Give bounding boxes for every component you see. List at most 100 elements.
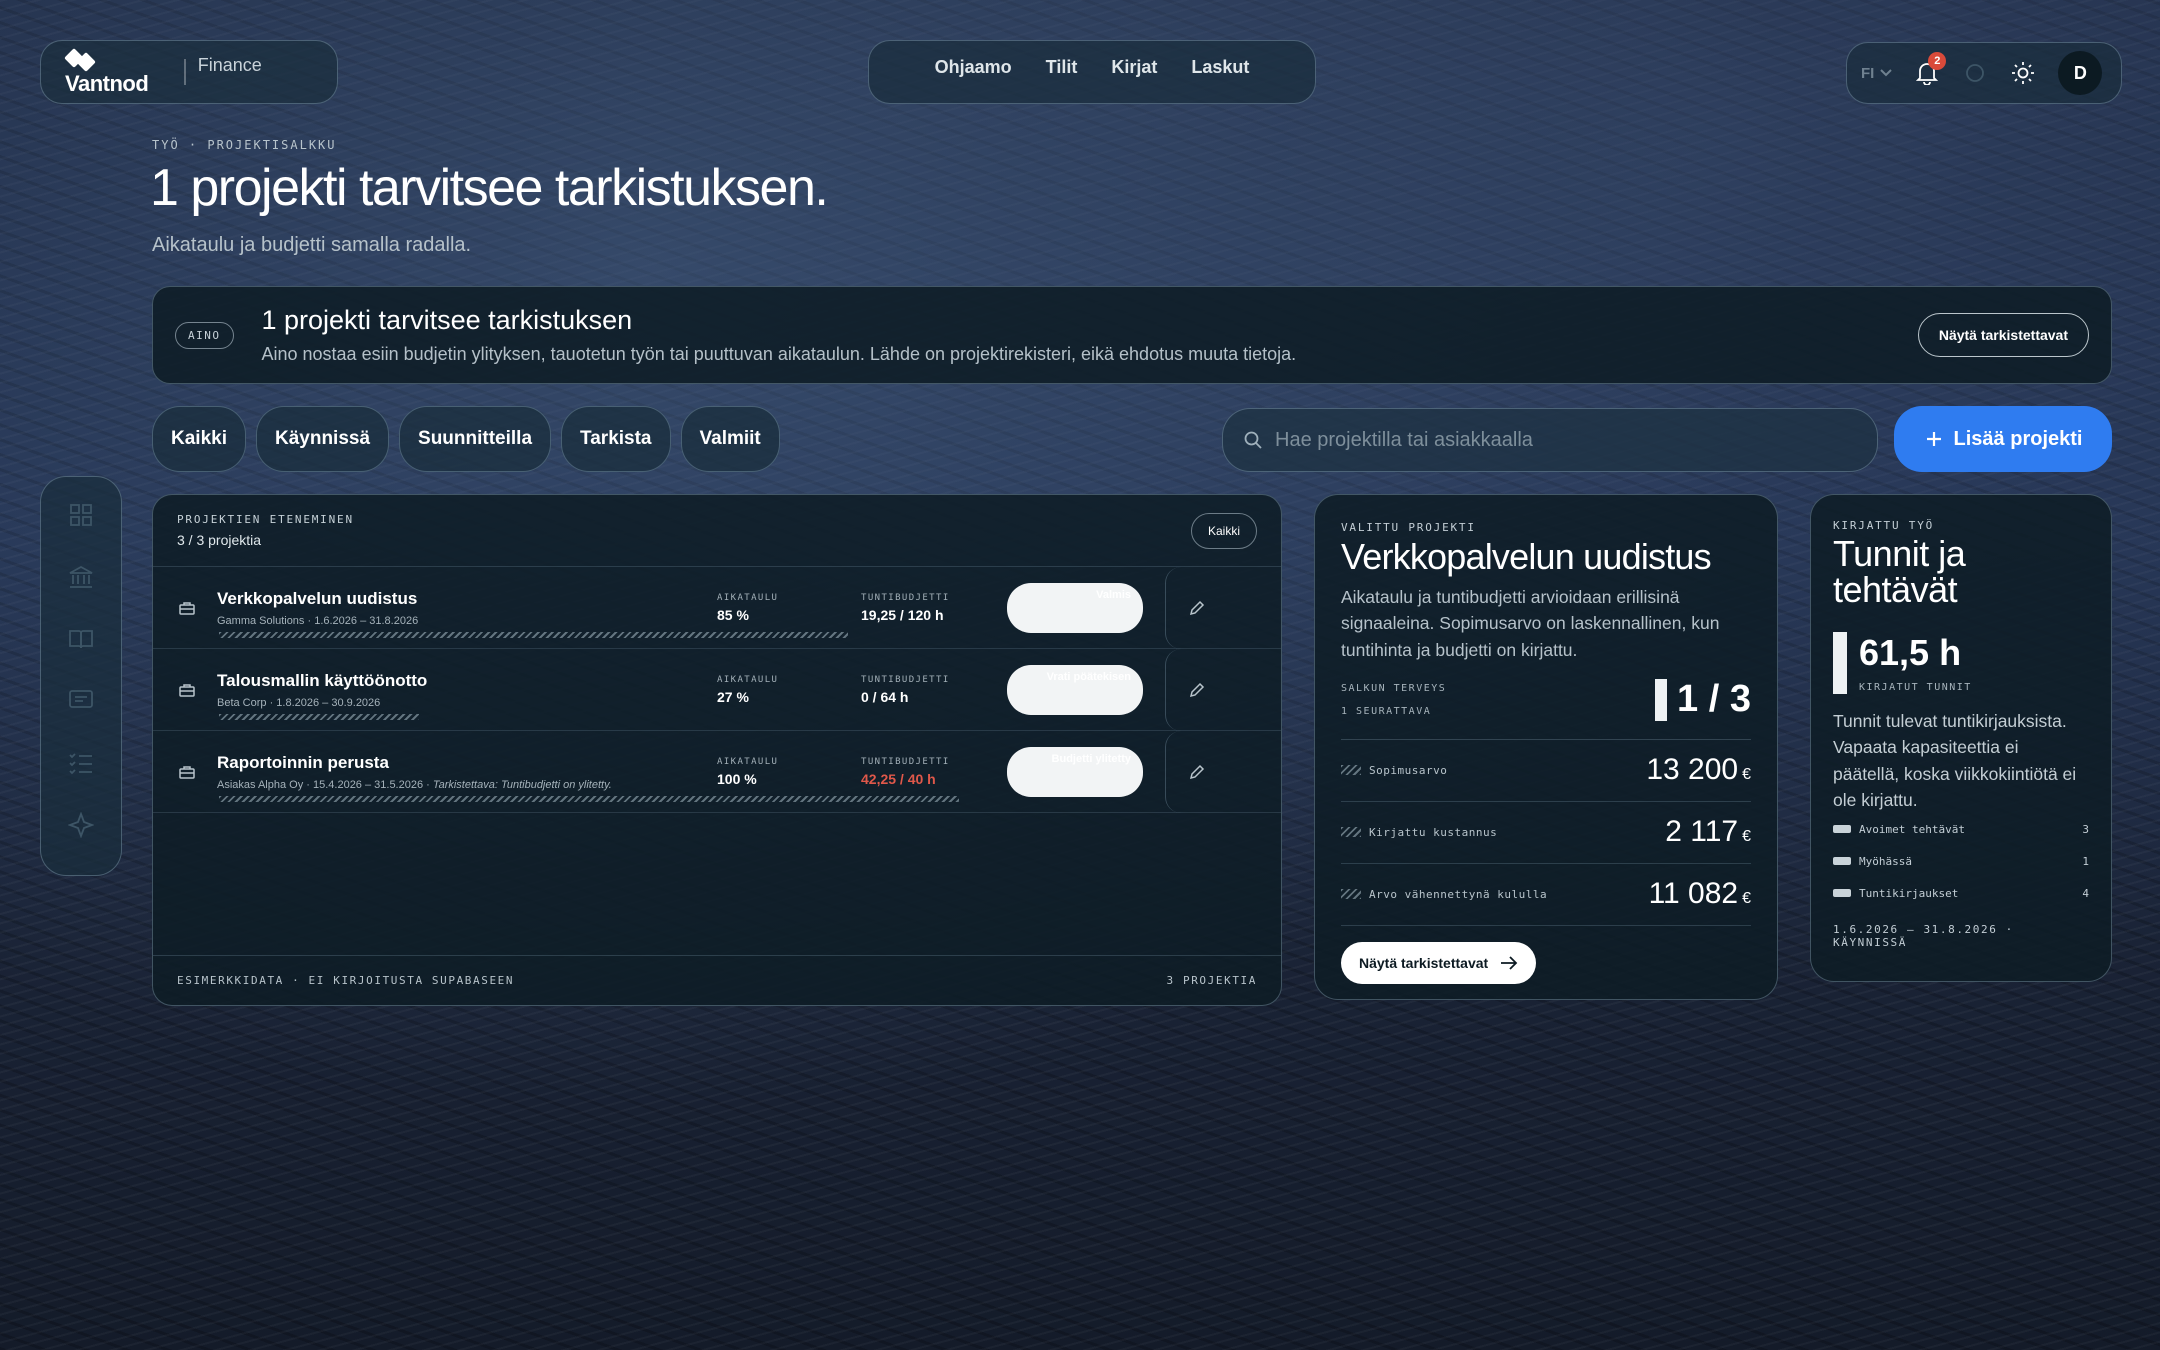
banner-title: 1 projekti tarvitsee tarkistuksen — [261, 305, 633, 335]
edit-button[interactable] — [1165, 730, 1227, 813]
legend-item: Avoimet tehtävät 3 — [1833, 813, 2089, 845]
health-sub: 1 SEURATTAVA — [1341, 705, 1432, 717]
chat-icon — [1966, 64, 1985, 82]
pencil-icon — [1189, 600, 1204, 615]
status-badge[interactable]: Valmis — [1007, 582, 1143, 633]
notification-badge: 2 — [1928, 52, 1947, 70]
search-icon — [1244, 431, 1262, 449]
project-meta: Beta Corp · 1.8.2026 – 30.9.2026 — [217, 696, 381, 709]
project-meta: Asiakas Alpha Oy · 15.4.2026 – 31.5.2026… — [217, 778, 612, 791]
legend-item: Myöhässä 1 — [1833, 845, 2089, 877]
language-label: FI — [1861, 64, 1875, 82]
rail-ai[interactable] — [66, 809, 96, 841]
bank-icon — [69, 565, 93, 588]
arrow-right-icon — [1501, 956, 1518, 970]
table-row[interactable]: Verkkopalvelun uudistus Gamma Solutions … — [153, 566, 1281, 649]
briefcase-icon — [179, 601, 195, 615]
rail-dashboard[interactable] — [66, 499, 96, 531]
budget-label: TUNTIBUDJETTI — [861, 592, 950, 603]
schedule-label: AIKATAULU — [717, 592, 779, 603]
project-name: Raportoinnin perusta — [217, 752, 389, 772]
page-title: 1 projekti tarvitsee tarkistuksen. — [150, 159, 829, 217]
chat-button[interactable] — [1962, 60, 1988, 86]
rail-tasks[interactable] — [66, 747, 96, 779]
pencil-icon — [1189, 764, 1204, 779]
project-name: Verkkopalvelun uudistus — [217, 588, 418, 608]
filter-all[interactable]: Kaikki — [152, 406, 246, 472]
notifications-button[interactable]: 2 — [1914, 52, 1947, 86]
briefcase-icon — [179, 765, 195, 779]
main-nav: Ohjaamo Tilit Kirjat Laskut — [868, 40, 1316, 104]
projects-filter-button[interactable]: Kaikki — [1190, 512, 1257, 549]
rail-bank[interactable] — [66, 561, 96, 593]
language-selector[interactable]: FI — [1861, 64, 1893, 82]
health-value: 1 / 3 — [1677, 678, 1751, 721]
add-project-button[interactable]: Lisää projekti — [1894, 406, 2112, 472]
legend-item: Tuntikirjaukset 4 — [1833, 877, 2089, 909]
pencil-icon — [1189, 682, 1204, 697]
plus-icon — [1926, 432, 1941, 446]
nav-item-ohjaamo[interactable]: Ohjaamo — [935, 57, 1012, 78]
metric-value: 11 082 € — [1648, 877, 1751, 911]
projects-label: PROJEKTIEN ETENEMINEN — [177, 513, 354, 526]
module-name: Finance — [197, 54, 262, 75]
edit-button[interactable] — [1165, 566, 1227, 649]
projects-header: PROJEKTIEN ETENEMINEN 3 / 3 projektia Ka… — [153, 495, 1281, 567]
hours-total-label: KIRJATUT TUNNIT — [1859, 682, 1972, 693]
metric-label: Arvo vähennettynä kululla — [1369, 887, 1548, 901]
search-input[interactable]: Hae projektilla tai asiakkaalla — [1222, 408, 1878, 472]
metric-value: 13 200 € — [1646, 753, 1751, 787]
selected-title: Verkkopalvelun uudistus — [1341, 536, 1712, 577]
brand-name: Vantnod — [65, 71, 149, 96]
rail-messages[interactable] — [66, 685, 96, 717]
briefcase-icon — [179, 683, 195, 697]
hours-total-value: 61,5 h — [1859, 632, 1962, 673]
logo-mark-icon — [64, 48, 99, 72]
filter-in-progress[interactable]: Käynnissä — [255, 406, 390, 472]
hours-panel: KIRJATTU TYÖ Tunnit ja tehtävät 61,5 h K… — [1810, 494, 2112, 982]
status-badge[interactable]: Budjetti ylitetty — [1007, 746, 1143, 797]
schedule-value: 27 % — [717, 688, 749, 705]
show-review-label: Näytä tarkistettavat — [1359, 954, 1489, 971]
projects-footer: ESIMERKKIDATA · EI KIRJOITUSTA SUPABASEE… — [153, 955, 1281, 1005]
table-row[interactable]: Talousmallin käyttöönotto Beta Corp · 1.… — [153, 648, 1281, 731]
project-name: Talousmallin käyttöönotto — [217, 670, 428, 690]
filter-planned[interactable]: Suunnitteilla — [399, 406, 552, 472]
nav-item-kirjat[interactable]: Kirjat — [1111, 57, 1157, 78]
budget-value: 0 / 64 h — [861, 688, 909, 705]
metric-row: Sopimusarvo 13 200 € — [1341, 740, 1751, 802]
health-label: SALKUN TERVEYS — [1341, 682, 1447, 694]
message-icon — [69, 690, 93, 708]
table-row[interactable]: Raportoinnin perusta Asiakas Alpha Oy · … — [153, 730, 1281, 813]
edit-button[interactable] — [1165, 648, 1227, 731]
rail-books[interactable] — [66, 623, 96, 655]
budget-value: 42,25 / 40 h — [861, 770, 936, 787]
hours-bar — [1833, 632, 1847, 694]
schedule-label: AIKATAULU — [717, 756, 779, 767]
progress-bar — [219, 632, 848, 638]
filter-done[interactable]: Valmiit — [680, 406, 780, 472]
brand-divider — [184, 59, 186, 85]
brand-card[interactable]: Vantnod Finance — [40, 40, 338, 104]
avatar[interactable]: D — [2058, 51, 2103, 95]
chevron-down-icon — [1880, 69, 1893, 77]
budget-label: TUNTIBUDJETTI — [861, 756, 950, 767]
logo: Vantnod — [64, 48, 149, 96]
status-badge[interactable]: Vrati pöätekisen — [1007, 664, 1143, 715]
selected-description: Aikataulu ja tuntibudjetti arvioidaan er… — [1341, 587, 1720, 660]
metric-row: Arvo vähennettynä kululla 11 082 € — [1341, 864, 1751, 926]
add-project-label: Lisää projekti — [1953, 427, 2083, 450]
metric-label: Kirjattu kustannus — [1369, 825, 1498, 839]
budget-value: 19,25 / 120 h — [861, 606, 944, 623]
filter-review[interactable]: Tarkista — [561, 406, 671, 472]
show-review-button-secondary[interactable]: Näytä tarkistettavat — [1341, 941, 1537, 984]
show-review-button[interactable]: Näytä tarkistettavat — [1917, 313, 2089, 357]
metric-label: Sopimusarvo — [1369, 763, 1448, 777]
budget-label: TUNTIBUDJETTI — [861, 674, 950, 685]
theme-toggle[interactable] — [2010, 60, 2036, 86]
book-icon — [69, 630, 93, 649]
grid-icon — [70, 504, 92, 526]
nav-item-tilit[interactable]: Tilit — [1046, 57, 1078, 78]
nav-item-laskut[interactable]: Laskut — [1191, 57, 1249, 78]
sun-icon — [2012, 62, 2035, 84]
